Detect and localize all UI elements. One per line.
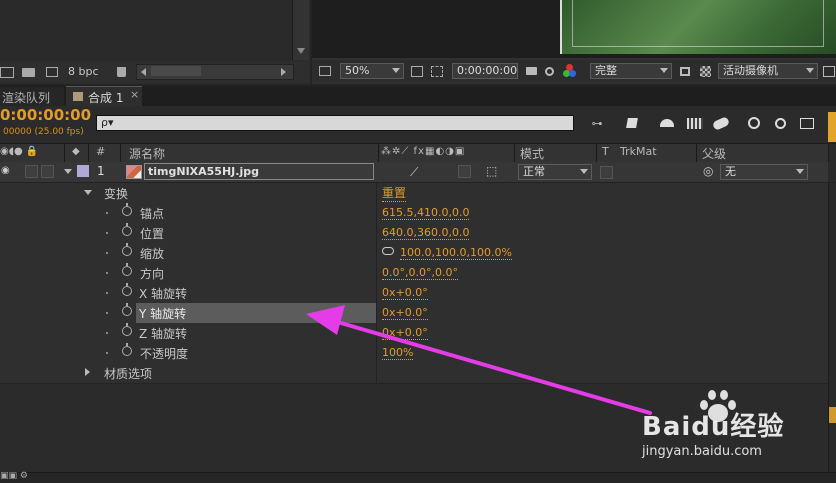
- baidu-brand: Baidu经验: [642, 412, 785, 442]
- annotation-arrow-head: [306, 305, 345, 335]
- baidu-watermark: Baidu经验 jingyan.baidu.com: [636, 386, 836, 466]
- annotation-arrow-shaft: [332, 319, 652, 415]
- baidu-url: jingyan.baidu.com: [642, 444, 762, 459]
